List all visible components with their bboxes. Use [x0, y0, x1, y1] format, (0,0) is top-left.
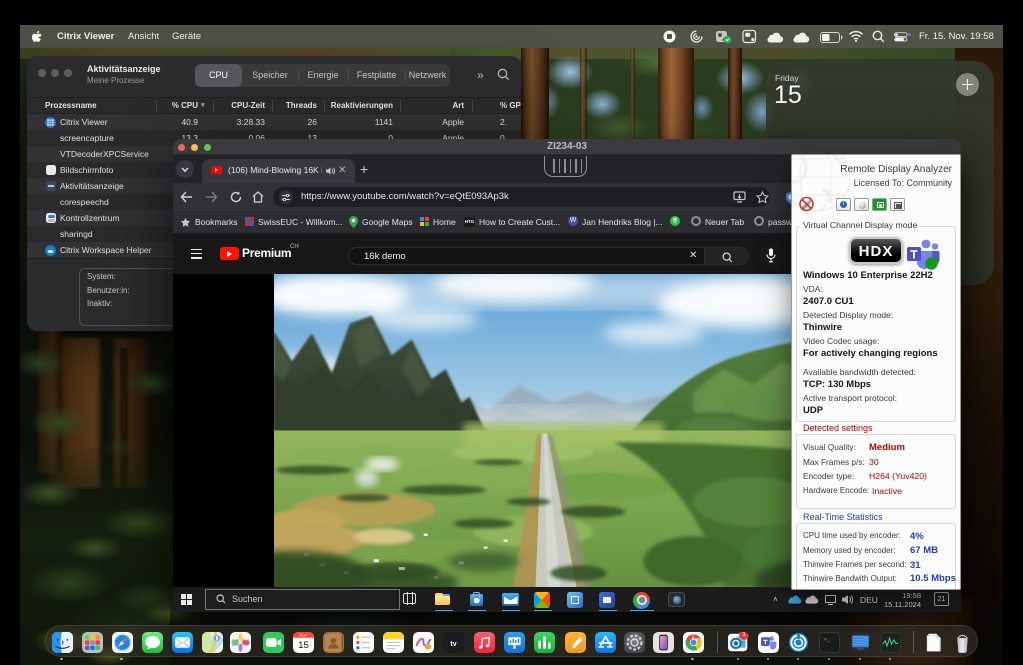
- svg-text:NOV: NOV: [299, 633, 307, 637]
- svg-text:tv: tv: [450, 641, 456, 648]
- svg-text:15: 15: [298, 640, 309, 651]
- svg-text:>_: >_: [823, 635, 830, 642]
